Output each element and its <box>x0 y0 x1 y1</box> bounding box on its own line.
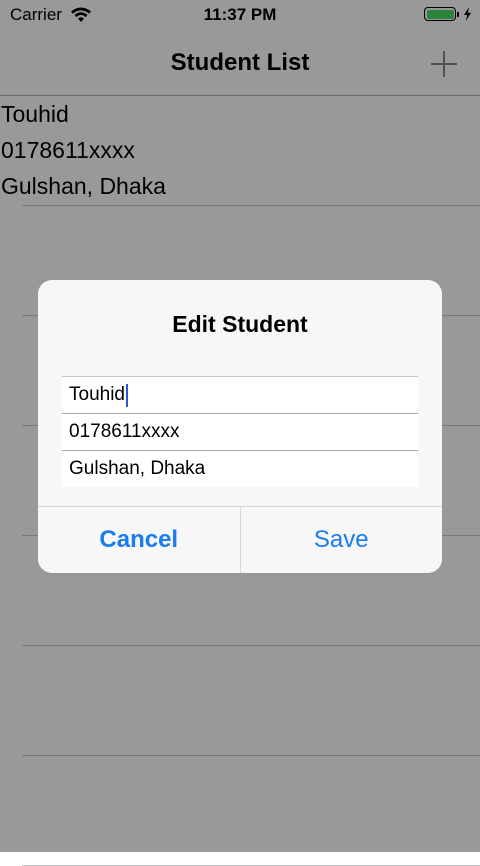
cancel-button[interactable]: Cancel <box>38 507 241 573</box>
text-cursor <box>126 383 128 407</box>
edit-student-dialog: Edit Student Touhid 0178611xxxx Gulshan,… <box>38 280 442 573</box>
phone-field-value: 0178611xxxx <box>69 421 180 442</box>
phone-field[interactable]: 0178611xxxx <box>62 413 418 450</box>
dialog-title: Edit Student <box>172 311 308 337</box>
address-field[interactable]: Gulshan, Dhaka <box>62 450 418 487</box>
dialog-fields: Touhid 0178611xxxx Gulshan, Dhaka <box>62 376 418 487</box>
name-field-value: Touhid <box>69 384 125 405</box>
dialog-buttons: Cancel Save <box>38 506 442 573</box>
address-field-value: Gulshan, Dhaka <box>69 458 206 479</box>
name-field[interactable]: Touhid <box>62 376 418 413</box>
save-button[interactable]: Save <box>241 507 443 573</box>
